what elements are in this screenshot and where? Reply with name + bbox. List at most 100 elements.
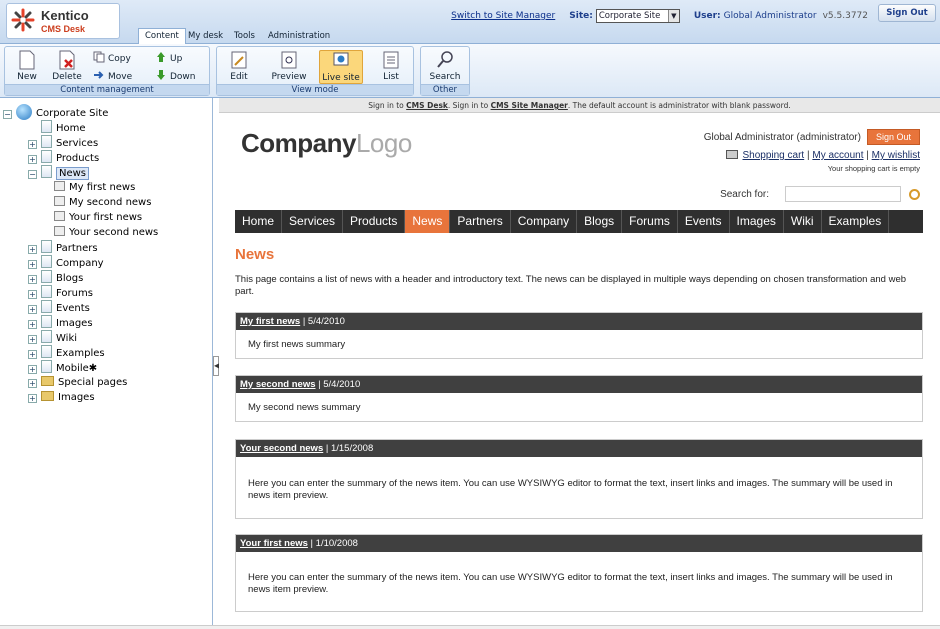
tree-item-events[interactable]: + Events	[28, 300, 90, 315]
collapse-icon[interactable]: −	[3, 110, 12, 119]
tree-item-my-first-news[interactable]: My first news	[54, 180, 135, 195]
nav-home[interactable]: Home	[235, 210, 283, 233]
notice-text: . The default account is administrator w…	[567, 101, 791, 110]
tree-item-products[interactable]: + Products	[28, 150, 99, 165]
shopping-cart-link[interactable]: Shopping cart	[742, 150, 804, 161]
nav-examples[interactable]: Examples	[822, 210, 890, 233]
page-icon	[41, 165, 52, 178]
tree-item-company[interactable]: + Company	[28, 255, 104, 270]
page-icon	[41, 270, 52, 283]
nav-wiki[interactable]: Wiki	[784, 210, 822, 233]
tree-item-images-folder[interactable]: + Images	[28, 390, 95, 405]
delete-button[interactable]: Delete	[49, 50, 85, 84]
expand-icon[interactable]: +	[28, 260, 37, 269]
tree-item-news[interactable]: − News	[28, 165, 90, 180]
tree-item-label: Your second news	[69, 227, 159, 238]
nav-events[interactable]: Events	[678, 210, 730, 233]
tab-content[interactable]: Content	[138, 28, 186, 44]
collapse-icon[interactable]: −	[28, 170, 37, 179]
tree-item-services[interactable]: + Services	[28, 135, 98, 150]
nav-products[interactable]: Products	[343, 210, 406, 233]
expand-icon[interactable]: +	[28, 290, 37, 299]
expand-icon[interactable]: +	[28, 140, 37, 149]
tab-administration[interactable]: Administration	[262, 29, 336, 44]
expand-icon[interactable]: +	[28, 350, 37, 359]
page-icon	[41, 330, 52, 343]
page-icon	[41, 360, 52, 373]
move-button[interactable]: Move	[93, 69, 132, 83]
tab-my-desk[interactable]: My desk	[182, 29, 229, 44]
search-label: Search	[429, 72, 461, 82]
user-box: Global Administrator (administrator) Sign…	[704, 129, 920, 145]
tree-item-label: Examples	[56, 348, 105, 359]
tree-item-examples[interactable]: + Examples	[28, 345, 105, 360]
live-site-button[interactable]: Live site	[319, 50, 363, 84]
switch-to-site-manager-link[interactable]: Switch to Site Manager	[451, 11, 555, 21]
expand-icon[interactable]: +	[28, 275, 37, 284]
tree-root[interactable]: − Corporate Site	[3, 104, 108, 120]
my-wishlist-link[interactable]: My wishlist	[872, 150, 920, 161]
logo-line1: Kentico	[41, 8, 89, 23]
nav-services[interactable]: Services	[282, 210, 344, 233]
nav-blogs[interactable]: Blogs	[577, 210, 623, 233]
page-title: News	[235, 246, 275, 263]
tree-item-your-first-news[interactable]: Your first news	[54, 210, 142, 225]
cms-desk-link[interactable]: CMS Desk	[406, 101, 448, 110]
new-button[interactable]: New	[9, 50, 45, 84]
expand-icon[interactable]: +	[28, 335, 37, 344]
nav-images[interactable]: Images	[730, 210, 784, 233]
nav-partners[interactable]: Partners	[450, 210, 511, 233]
tree-item-home[interactable]: Home	[41, 120, 86, 135]
page-icon	[41, 135, 52, 148]
expand-icon[interactable]: +	[28, 155, 37, 164]
copy-button[interactable]: Copy	[93, 51, 131, 65]
move-icon	[94, 71, 104, 79]
news-title-link[interactable]: Your first news	[240, 538, 308, 549]
site-search-input[interactable]	[785, 186, 901, 202]
expand-icon[interactable]: +	[28, 365, 37, 374]
tree-item-forums[interactable]: + Forums	[28, 285, 93, 300]
preview-button[interactable]: Preview	[271, 50, 307, 84]
down-label: Down	[170, 72, 196, 82]
cms-site-manager-link[interactable]: CMS Site Manager	[491, 101, 568, 110]
expand-icon[interactable]: +	[28, 305, 37, 314]
tree-item-your-second-news[interactable]: Your second news	[54, 225, 158, 240]
search-icon[interactable]	[909, 188, 920, 200]
expand-icon[interactable]: +	[28, 379, 37, 388]
folder-icon	[41, 376, 54, 386]
up-button[interactable]: Up	[155, 51, 182, 65]
tree-item-label: Your first news	[69, 212, 143, 223]
expand-icon[interactable]: +	[28, 320, 37, 329]
tree-item-label: Images	[58, 392, 95, 403]
tree-item-wiki[interactable]: + Wiki	[28, 330, 77, 345]
news-title-link[interactable]: Your second news	[240, 443, 323, 454]
tab-tools[interactable]: Tools	[228, 29, 261, 44]
delete-icon	[59, 50, 75, 70]
nav-company[interactable]: Company	[511, 210, 578, 233]
expand-icon[interactable]: +	[28, 394, 37, 403]
news-title-link[interactable]: My first news	[240, 316, 300, 327]
sign-out-button[interactable]: Sign Out	[878, 4, 936, 22]
expand-icon[interactable]: +	[28, 245, 37, 254]
my-account-link[interactable]: My account	[812, 150, 863, 161]
tree-item-my-second-news[interactable]: My second news	[54, 195, 151, 210]
news-title-link[interactable]: My second news	[240, 379, 316, 390]
search-button[interactable]: Search	[427, 50, 463, 84]
list-button[interactable]: List	[373, 50, 409, 84]
down-button[interactable]: Down	[155, 69, 196, 83]
tree-item-mobile[interactable]: + Mobile✱	[28, 360, 97, 375]
tree-item-partners[interactable]: + Partners	[28, 240, 98, 255]
page-icon	[41, 120, 52, 133]
site-select[interactable]: Corporate Site ▼	[595, 9, 680, 23]
nav-news[interactable]: News	[405, 210, 451, 233]
nav-forums[interactable]: Forums	[622, 210, 678, 233]
company-logo[interactable]: CompanyLogo	[241, 128, 412, 159]
account-links: Shopping cart | My account | My wishlist	[726, 150, 920, 161]
tree-item-label: Forums	[56, 288, 93, 299]
tree-item-blogs[interactable]: + Blogs	[28, 270, 83, 285]
edit-button[interactable]: Edit	[221, 50, 257, 84]
version-text: v5.5.3772	[822, 11, 868, 21]
tree-item-images[interactable]: + Images	[28, 315, 93, 330]
tree-item-special-pages[interactable]: + Special pages	[28, 375, 127, 390]
site-sign-out-button[interactable]: Sign Out	[866, 129, 920, 145]
